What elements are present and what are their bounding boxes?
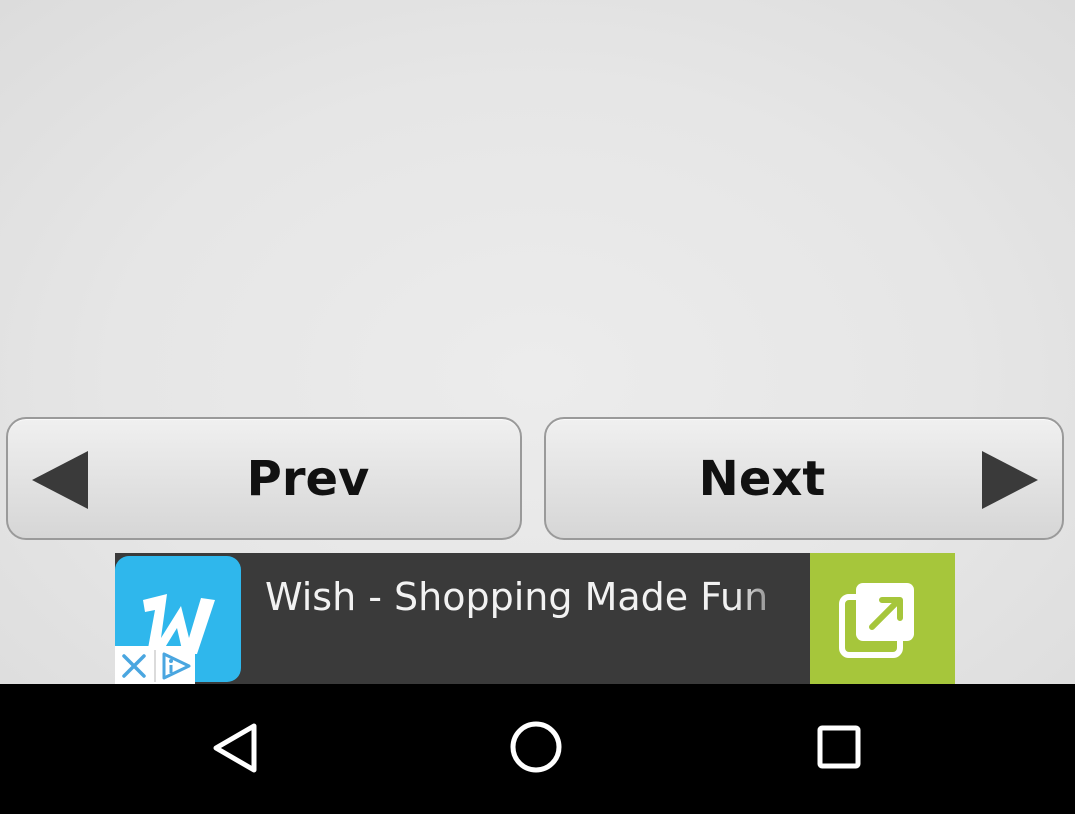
ad-controls <box>115 646 195 684</box>
next-button[interactable]: Next <box>544 417 1064 540</box>
system-navigation-bar <box>0 684 1075 810</box>
close-icon[interactable] <box>122 654 146 678</box>
ad-open-button[interactable] <box>810 553 955 684</box>
home-button[interactable] <box>466 684 606 810</box>
recents-square-icon <box>817 725 861 769</box>
external-link-icon <box>839 583 914 658</box>
ad-title-fade <box>735 553 810 684</box>
prev-button[interactable]: Prev <box>6 417 522 540</box>
adchoices-icon[interactable] <box>162 652 191 680</box>
ad-banner[interactable]: Wish - Shopping Made Fun <box>115 553 955 684</box>
recents-button[interactable] <box>769 684 909 810</box>
home-circle-icon <box>510 721 562 773</box>
app-screen: Prev Next Wish - Shopping Made Fun <box>0 0 1075 684</box>
back-triangle-icon <box>213 723 257 773</box>
ad-title[interactable]: Wish - Shopping Made Fun <box>265 567 810 627</box>
ad-controls-glyphs <box>122 650 191 682</box>
prev-button-label: Prev <box>246 450 370 507</box>
arrow-left-icon <box>32 451 88 509</box>
back-button[interactable] <box>163 684 303 810</box>
next-button-label: Next <box>698 450 826 507</box>
arrow-right-icon <box>982 451 1038 509</box>
